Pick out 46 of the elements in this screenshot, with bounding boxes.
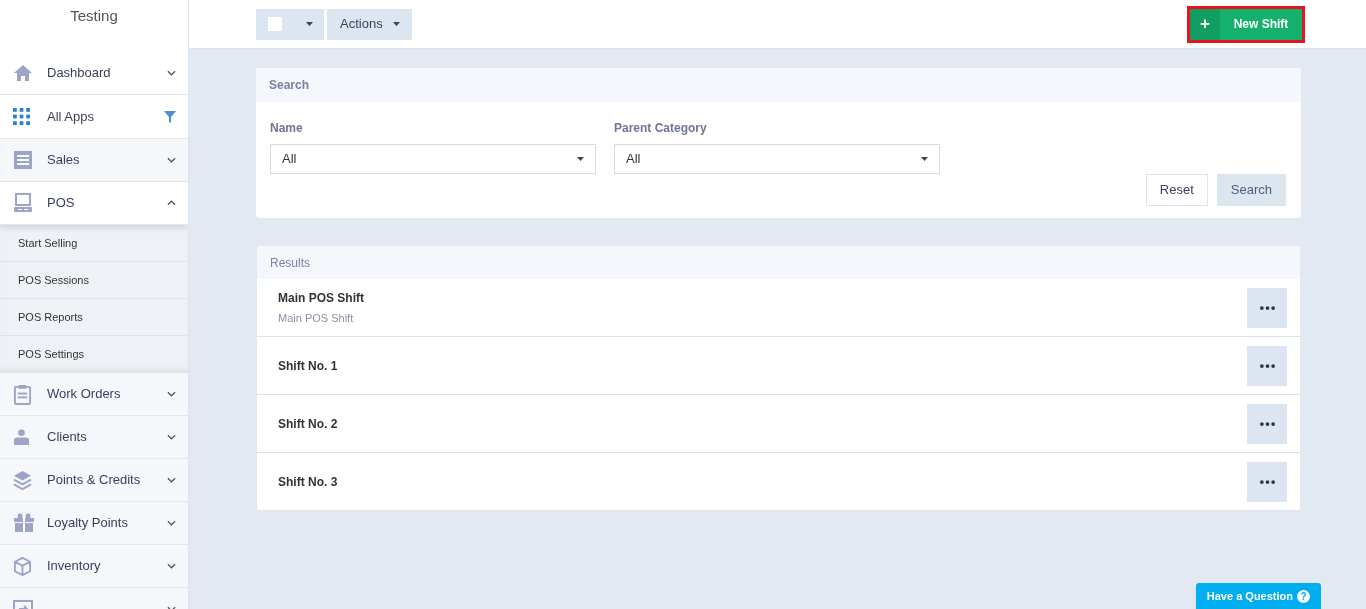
clipboard-icon xyxy=(13,383,32,405)
actions-dropdown[interactable]: Actions xyxy=(327,8,412,40)
sidebar-item[interactable]: Dashboard xyxy=(0,52,188,95)
more-options-button[interactable] xyxy=(1247,461,1287,502)
layers-icon xyxy=(13,469,32,491)
shift-subtitle: Main POS Shift xyxy=(278,310,355,326)
shift-title: Shift No. 1 xyxy=(278,357,339,375)
person-icon xyxy=(13,428,30,446)
select-field[interactable]: All xyxy=(614,144,940,174)
shift-title: Shift No. 3 xyxy=(278,473,339,491)
submenu-item[interactable]: POS Sessions xyxy=(0,262,188,299)
receipt-icon xyxy=(13,150,33,170)
panel-title: Results xyxy=(257,246,1300,279)
more-icon xyxy=(1259,421,1275,426)
grid-icon xyxy=(13,108,30,125)
help-icon: ? xyxy=(1297,589,1310,603)
shift-title: Shift No. 2 xyxy=(278,415,339,433)
home-icon xyxy=(13,64,33,82)
gift-icon xyxy=(13,513,35,533)
computer-icon xyxy=(13,193,33,213)
more-icon xyxy=(1259,363,1275,368)
more-options-button[interactable] xyxy=(1247,403,1287,444)
sidebar-item[interactable]: POS xyxy=(0,182,188,225)
box-icon xyxy=(13,556,32,576)
more-options-button[interactable] xyxy=(1247,287,1287,328)
plus-icon: + xyxy=(1190,8,1220,40)
shift-title: Main POS Shift xyxy=(278,289,365,307)
select-field[interactable]: All xyxy=(270,144,596,174)
filter-icon xyxy=(164,110,176,123)
caret-icon xyxy=(921,157,928,161)
search-button[interactable]: Search xyxy=(1216,174,1286,206)
field-label: Name xyxy=(270,120,304,137)
sidebar-item[interactable]: All Apps xyxy=(0,95,188,139)
more-options-button[interactable] xyxy=(1247,345,1287,386)
panel-title: Search xyxy=(256,68,1301,102)
app-title: Testing xyxy=(70,6,118,26)
caret-icon xyxy=(577,157,584,161)
submenu-item[interactable]: Start Selling xyxy=(0,225,188,262)
submenu-item[interactable]: POS Reports xyxy=(0,299,188,336)
caret-icon xyxy=(392,22,400,26)
more-icon xyxy=(1259,305,1275,310)
checkbox[interactable] xyxy=(268,17,282,31)
caret-icon xyxy=(306,22,313,26)
field-label: Parent Category xyxy=(614,120,708,137)
more-icon xyxy=(1259,479,1275,484)
reset-button[interactable]: Reset xyxy=(1145,174,1208,206)
